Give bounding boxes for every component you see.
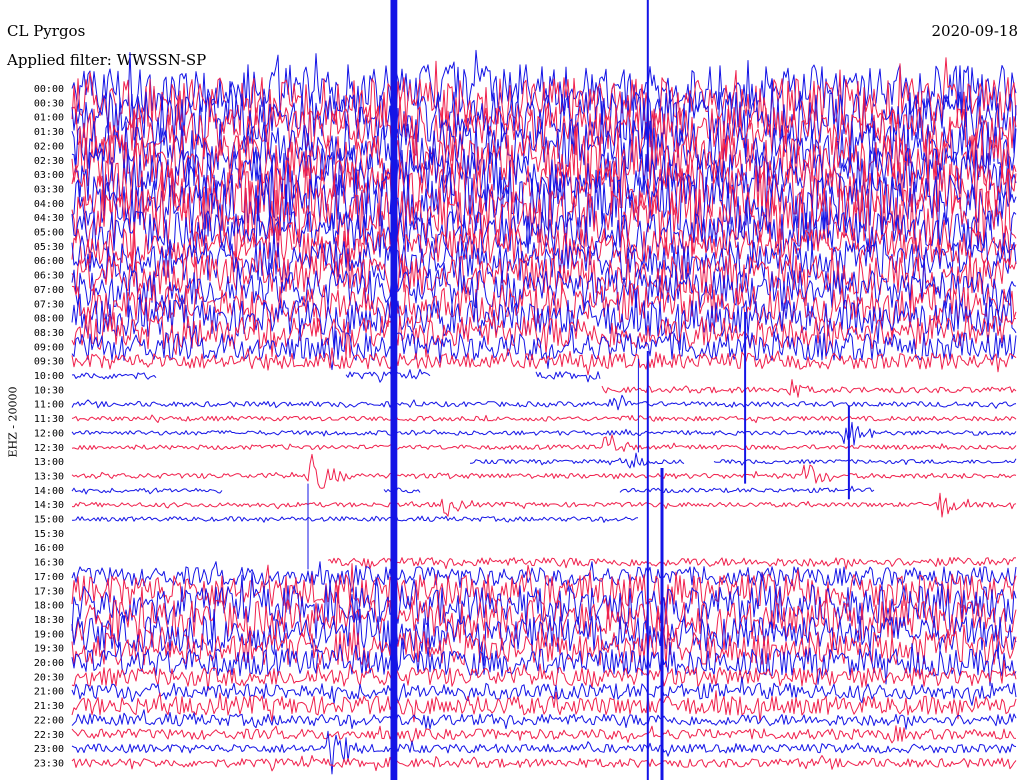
trace-line xyxy=(71,485,875,495)
tick-label: 10:00 xyxy=(34,371,64,382)
tick-label: 03:30 xyxy=(34,184,64,195)
trace-line xyxy=(327,557,1017,570)
tick-label: 17:00 xyxy=(34,572,64,583)
trace-line xyxy=(71,690,1017,723)
tick-label: 07:30 xyxy=(34,299,64,310)
tick-label: 01:30 xyxy=(34,127,64,138)
tick-label: 13:30 xyxy=(34,471,64,482)
tick-label: 13:00 xyxy=(34,457,64,468)
trace-line xyxy=(601,379,1017,398)
tick-label: 05:30 xyxy=(34,242,64,253)
tick-label: 16:30 xyxy=(34,558,64,569)
tick-label: 03:00 xyxy=(34,170,64,181)
tick-labels-group: 00:00 00:30 01:00 01:30 02:00 02:30 03:00 03:30… xyxy=(34,84,64,769)
tick-label: 23:00 xyxy=(34,744,64,755)
trace-line xyxy=(71,730,1017,775)
tick-label: 05:00 xyxy=(34,228,64,239)
tick-label: 19:00 xyxy=(34,629,64,640)
trace-line xyxy=(71,755,1017,772)
tick-label: 04:30 xyxy=(34,213,64,224)
tick-label: 07:00 xyxy=(34,285,64,296)
tick-label: 08:00 xyxy=(34,314,64,325)
tick-label: 09:30 xyxy=(34,357,64,368)
tick-label: 16:00 xyxy=(34,543,64,554)
trace-line xyxy=(71,725,1017,744)
tick-label: 15:00 xyxy=(34,515,64,526)
tick-label: 06:00 xyxy=(34,256,64,267)
tick-label: 18:30 xyxy=(34,615,64,626)
trace-line xyxy=(71,414,1017,424)
tick-label: 02:00 xyxy=(34,141,64,152)
trace-line xyxy=(469,452,1017,469)
tick-label: 00:00 xyxy=(34,84,64,95)
tick-label: 19:30 xyxy=(34,644,64,655)
tick-label: 17:30 xyxy=(34,586,64,597)
tick-label: 08:30 xyxy=(34,328,64,339)
helicorder-plot: 00:00 00:30 01:00 01:30 02:00 02:30 03:00 03:30… xyxy=(34,0,1017,780)
tick-label: 15:30 xyxy=(34,529,64,540)
tick-label: 23:30 xyxy=(34,758,64,769)
tick-label: 11:30 xyxy=(34,414,64,425)
tick-label: 21:30 xyxy=(34,701,64,712)
tick-label: 14:00 xyxy=(34,486,64,497)
tick-label: 18:00 xyxy=(34,601,64,612)
tick-label: 20:00 xyxy=(34,658,64,669)
tick-label: 12:30 xyxy=(34,443,64,454)
tick-label: 02:30 xyxy=(34,156,64,167)
tick-label: 09:00 xyxy=(34,342,64,353)
tick-label: 14:30 xyxy=(34,500,64,511)
tick-label: 11:00 xyxy=(34,400,64,411)
trace-line xyxy=(71,394,1017,411)
trace-line xyxy=(71,347,1017,376)
tick-label: 20:30 xyxy=(34,672,64,683)
tick-label: 12:00 xyxy=(34,428,64,439)
trace-line xyxy=(71,514,639,523)
trace-line xyxy=(71,453,1017,489)
tick-label: 22:00 xyxy=(34,715,64,726)
tick-label: 22:30 xyxy=(34,730,64,741)
trace-line xyxy=(71,492,1017,518)
tick-label: 06:30 xyxy=(34,271,64,282)
tick-label: 04:00 xyxy=(34,199,64,210)
trace-line xyxy=(71,368,601,383)
tick-label: 10:30 xyxy=(34,385,64,396)
trace-line xyxy=(71,434,1017,452)
trace-line xyxy=(71,561,1017,593)
trace-line xyxy=(71,421,1017,446)
tick-label: 00:30 xyxy=(34,98,64,109)
traces-group xyxy=(71,49,1017,775)
tick-label: 01:00 xyxy=(34,113,64,124)
tick-label: 21:00 xyxy=(34,687,64,698)
